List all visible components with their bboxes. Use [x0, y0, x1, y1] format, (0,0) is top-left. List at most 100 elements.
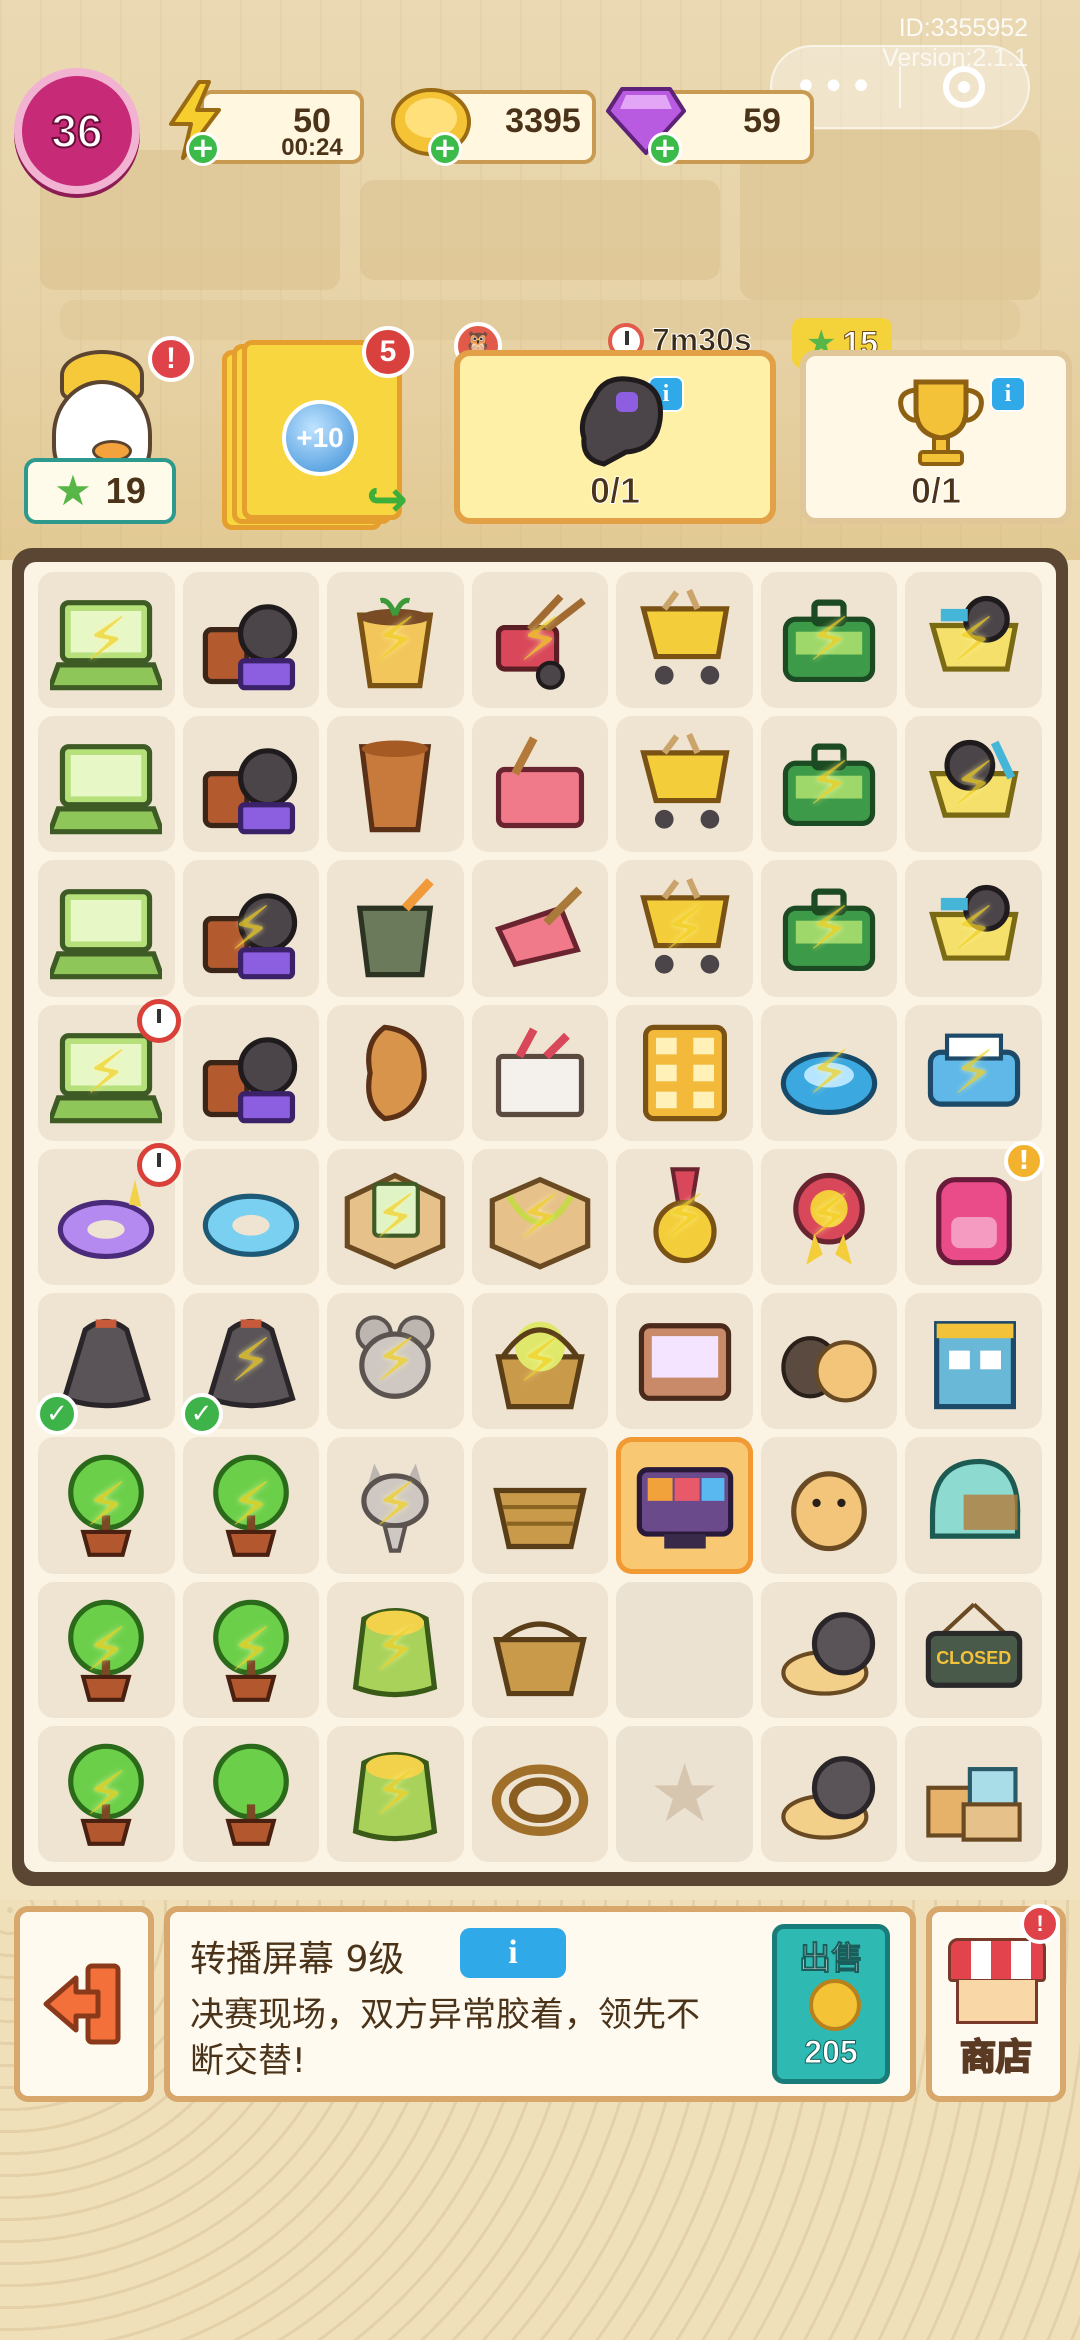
sell-button[interactable]: 出售 205 — [772, 1924, 890, 2084]
board-cell[interactable]: ✓ — [36, 1293, 175, 1436]
board-cell[interactable] — [471, 1437, 609, 1574]
sell-label: 出售 — [798, 1939, 863, 1978]
board-cell[interactable] — [616, 1004, 753, 1141]
board-cell[interactable] — [182, 572, 320, 709]
board-cell[interactable] — [760, 1437, 898, 1574]
board-cell[interactable] — [760, 1581, 898, 1718]
energy-bolt-icon: ⚡ — [374, 1470, 417, 1541]
gem-value: 59 — [743, 102, 781, 140]
board-cell[interactable]: ⚡ — [38, 1437, 175, 1574]
board-cell[interactable] — [616, 572, 753, 709]
basket-small-icon — [484, 1594, 596, 1706]
pink-tray-shovel-icon — [484, 728, 596, 840]
board-cell[interactable]: ⚡ — [905, 860, 1042, 997]
board-cell[interactable]: ⚡ — [471, 572, 609, 709]
board-cell[interactable]: ⚡ — [38, 572, 175, 709]
energy-bolt-icon: ⚡ — [229, 1614, 272, 1685]
broadcast-screen-icon — [629, 1449, 741, 1561]
energy-bolt-icon: ⚡ — [374, 1758, 417, 1829]
board-cell[interactable] — [616, 1437, 753, 1574]
board-cell[interactable]: ⚡ — [327, 1581, 464, 1718]
board-cell[interactable]: ⚡ — [327, 1725, 464, 1862]
board-cell[interactable] — [616, 716, 753, 853]
exit-button[interactable] — [14, 1906, 154, 2102]
board-cell[interactable] — [471, 1004, 609, 1141]
shopping-cart-gold-icon — [629, 728, 741, 840]
shop-button[interactable]: ! 商店 — [926, 1904, 1066, 2102]
board-cell[interactable]: ⚡ — [182, 860, 320, 997]
board-cell[interactable]: ⚡ — [616, 860, 753, 997]
energy-bolt-icon: ⚡ — [518, 605, 562, 676]
board-cell[interactable]: ⚡ — [760, 1004, 898, 1141]
bonus-coin: +10 — [282, 400, 358, 476]
shop-alert-icon: ! — [1020, 1904, 1060, 1944]
board-cell[interactable] — [471, 860, 609, 997]
board-cell[interactable]: ⚡ ✓ — [180, 1293, 320, 1436]
board-cell[interactable]: ⚡ — [327, 1148, 464, 1286]
board-cell[interactable]: ⚡ — [471, 1148, 609, 1286]
add-energy-button[interactable]: + — [186, 132, 220, 166]
player-level-badge[interactable]: 36 — [14, 68, 140, 194]
board-cell[interactable]: ⚡ — [327, 1293, 464, 1430]
board-cell[interactable]: ⚡ — [327, 572, 464, 709]
board-cell[interactable] — [38, 716, 175, 853]
energy-bolt-icon: ⚡ — [85, 1037, 128, 1108]
sell-price: 205 — [804, 2034, 858, 2071]
energy-bolt-icon: ⚡ — [952, 893, 995, 964]
sports-gear-pile-icon — [195, 1017, 307, 1129]
board-cell[interactable]: ⚡ — [760, 716, 898, 853]
board-cell[interactable]: ⚡ — [905, 572, 1042, 709]
board-cell[interactable] — [760, 1725, 898, 1862]
board-cell[interactable]: ⚡ — [905, 716, 1042, 853]
board-cell[interactable]: ! — [905, 1140, 1044, 1286]
add-coins-button[interactable]: + — [428, 132, 462, 166]
task-boxing-glove[interactable]: i 0/1 — [454, 350, 776, 524]
avatar-alert-icon: ! — [148, 336, 194, 382]
board-cell[interactable]: ⚡ — [616, 1148, 753, 1286]
board-cell[interactable]: ⚡ — [38, 998, 181, 1141]
board-cell[interactable] — [471, 716, 609, 853]
board-cell[interactable] — [327, 1004, 464, 1141]
clay-pot-icon — [339, 728, 451, 840]
board-cell[interactable] — [38, 1142, 181, 1286]
board-cell[interactable]: ⚡ — [760, 1148, 898, 1286]
board-cell[interactable]: ⚡ — [182, 1437, 320, 1574]
close-program-button[interactable] — [901, 66, 1028, 108]
board-cell[interactable] — [905, 1293, 1042, 1430]
item-info-button[interactable]: i — [460, 1928, 566, 1978]
board-cell[interactable]: ⚡ — [38, 1725, 175, 1862]
coin-icon — [809, 1979, 861, 2031]
star-icon: ★ — [54, 466, 92, 515]
board-cell[interactable]: ★ — [616, 1725, 753, 1862]
board-cell[interactable] — [327, 860, 464, 997]
board-cell[interactable]: ⚡ — [182, 1581, 320, 1718]
add-gems-button[interactable]: + — [648, 132, 682, 166]
board-cell[interactable]: ⚡ — [905, 1004, 1042, 1141]
board-cell[interactable] — [38, 860, 175, 997]
board-cell[interactable] — [905, 1437, 1042, 1574]
bonus-card-stack[interactable]: +10 5 ↪ — [222, 326, 414, 530]
board-cell[interactable] — [182, 1725, 320, 1862]
board-cell[interactable] — [471, 1725, 609, 1862]
board-cell[interactable] — [327, 716, 464, 853]
board-cell[interactable]: ⚡ — [471, 1293, 609, 1430]
board-cell[interactable] — [760, 1293, 898, 1430]
board-cell[interactable]: CLOSED — [905, 1581, 1042, 1718]
board-cell[interactable]: ⚡ — [327, 1437, 464, 1574]
energy-bolt-icon: ⚡ — [808, 749, 851, 820]
board-cell[interactable] — [616, 1293, 753, 1430]
task-count: 0/1 — [910, 470, 962, 512]
board-cell[interactable] — [182, 716, 320, 853]
board-cell[interactable] — [182, 1004, 320, 1141]
board-cell[interactable]: ⚡ — [760, 860, 898, 997]
board-cell[interactable] — [471, 1581, 609, 1718]
energy-bolt-icon: ⚡ — [518, 1326, 562, 1397]
board-cell[interactable]: ⚡ — [38, 1581, 175, 1718]
target-icon — [943, 66, 986, 108]
board-cell[interactable] — [905, 1725, 1042, 1862]
task-trophy[interactable]: i 0/1 — [800, 350, 1072, 524]
hamster-pair-icon — [773, 1305, 885, 1417]
board-cell[interactable]: ⚡ — [760, 572, 898, 709]
board-cell[interactable] — [182, 1148, 320, 1286]
board-cell[interactable] — [616, 1581, 753, 1718]
